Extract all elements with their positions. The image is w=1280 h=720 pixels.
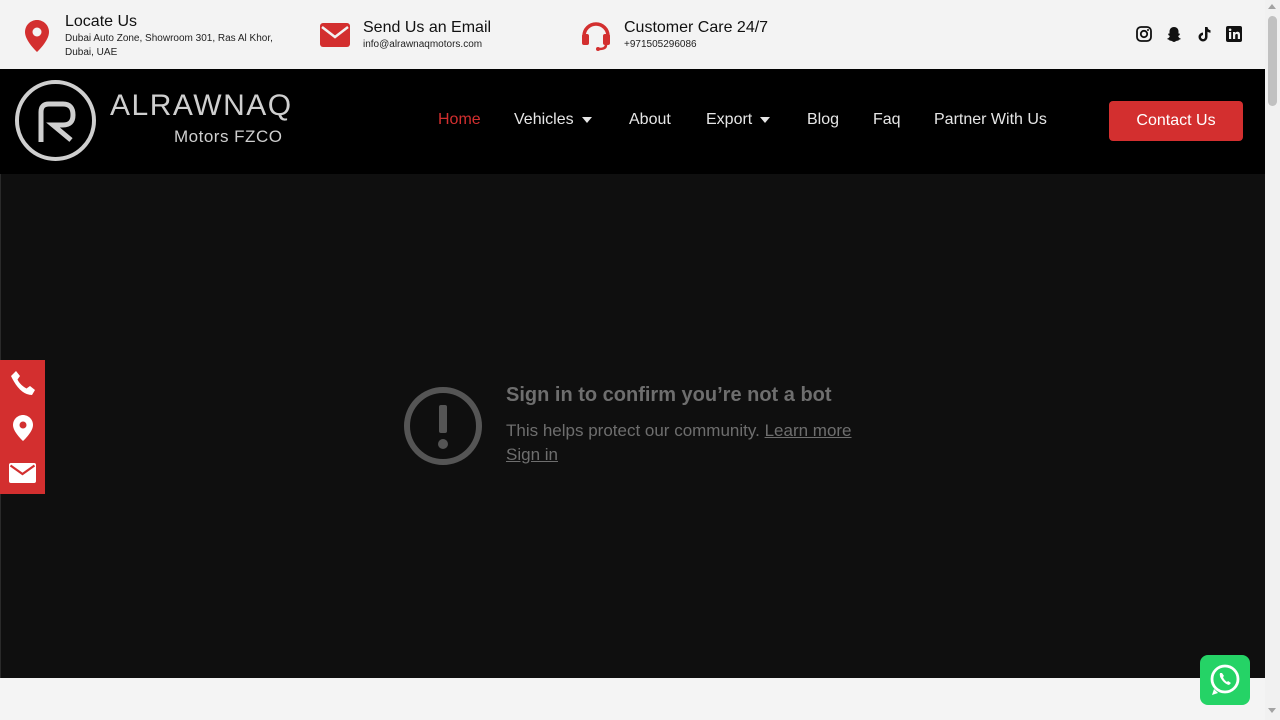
brand-subtitle: Motors FZCO (174, 127, 283, 146)
email-block[interactable]: Send Us an Email info@alrawnaqmotors.com (319, 18, 491, 52)
nav-export[interactable]: Export (706, 111, 771, 129)
headset-icon (580, 19, 612, 51)
nav-home[interactable]: Home (438, 111, 481, 129)
scrollbar-thumb[interactable] (1268, 16, 1277, 106)
nav-blog[interactable]: Blog (807, 111, 839, 129)
learn-more-link[interactable]: Learn more (765, 421, 852, 440)
phone-number[interactable]: +971505296086 (624, 38, 768, 52)
snapchat-icon[interactable] (1164, 24, 1184, 44)
email-title: Send Us an Email (363, 19, 492, 36)
customer-care-title: Customer Care 24/7 (624, 19, 769, 36)
nav-export-label: Export (706, 111, 753, 128)
nav-faq[interactable]: Faq (873, 111, 901, 129)
nav-vehicles[interactable]: Vehicles (514, 111, 592, 129)
scroll-down-arrow-icon[interactable] (1268, 708, 1276, 713)
contact-us-button[interactable]: Contact Us (1109, 101, 1243, 141)
embedded-video[interactable]: Sign in to confirm you’re not a bot This… (0, 174, 1265, 678)
page-content-strip (0, 678, 1265, 720)
caret-down-icon (760, 116, 771, 123)
tiktok-icon[interactable] (1194, 24, 1214, 44)
bot-check-text: This helps protect our community. Learn … (506, 421, 852, 441)
scroll-up-arrow-icon[interactable] (1268, 4, 1276, 9)
caret-down-icon (581, 116, 592, 123)
map-pin-icon (21, 20, 53, 52)
linkedin-icon[interactable] (1224, 24, 1244, 44)
nav-partner-with-us[interactable]: Partner With Us (934, 111, 1047, 129)
nav-about[interactable]: About (629, 111, 671, 129)
phone-icon[interactable] (9, 369, 36, 396)
bot-check-message: This helps protect our community. (506, 421, 760, 440)
bot-check-title: Sign in to confirm you’re not a bot (506, 384, 832, 406)
instagram-icon[interactable] (1134, 24, 1154, 44)
page-scrollbar[interactable] (1265, 0, 1280, 720)
customer-care-block[interactable]: Customer Care 24/7 +971505296086 (580, 18, 768, 52)
map-pin-icon[interactable] (9, 414, 36, 441)
envelope-icon[interactable] (9, 459, 36, 486)
brand-name[interactable]: ALRAWNAQ (110, 89, 293, 123)
locate-us-block[interactable]: Locate Us Dubai Auto Zone, Showroom 301,… (21, 12, 273, 60)
address-line-2: Dubai, UAE (65, 47, 118, 58)
nav-vehicles-label: Vehicles (514, 111, 574, 128)
whatsapp-chat-icon[interactable] (1200, 655, 1250, 705)
brand-logo-icon[interactable] (15, 80, 96, 161)
sign-in-link[interactable]: Sign in (506, 445, 558, 465)
top-info-bar: Locate Us Dubai Auto Zone, Showroom 301,… (0, 0, 1265, 69)
envelope-icon (319, 19, 351, 51)
main-navbar: ALRAWNAQ Motors FZCO Home Vehicles About… (0, 69, 1265, 174)
email-value[interactable]: info@alrawnaqmotors.com (363, 38, 491, 52)
floating-contact-bar (0, 360, 45, 494)
alert-circle-icon (402, 385, 484, 467)
address-line-1: Dubai Auto Zone, Showroom 301, Ras Al Kh… (65, 33, 273, 44)
locate-us-title: Locate Us (65, 13, 138, 30)
